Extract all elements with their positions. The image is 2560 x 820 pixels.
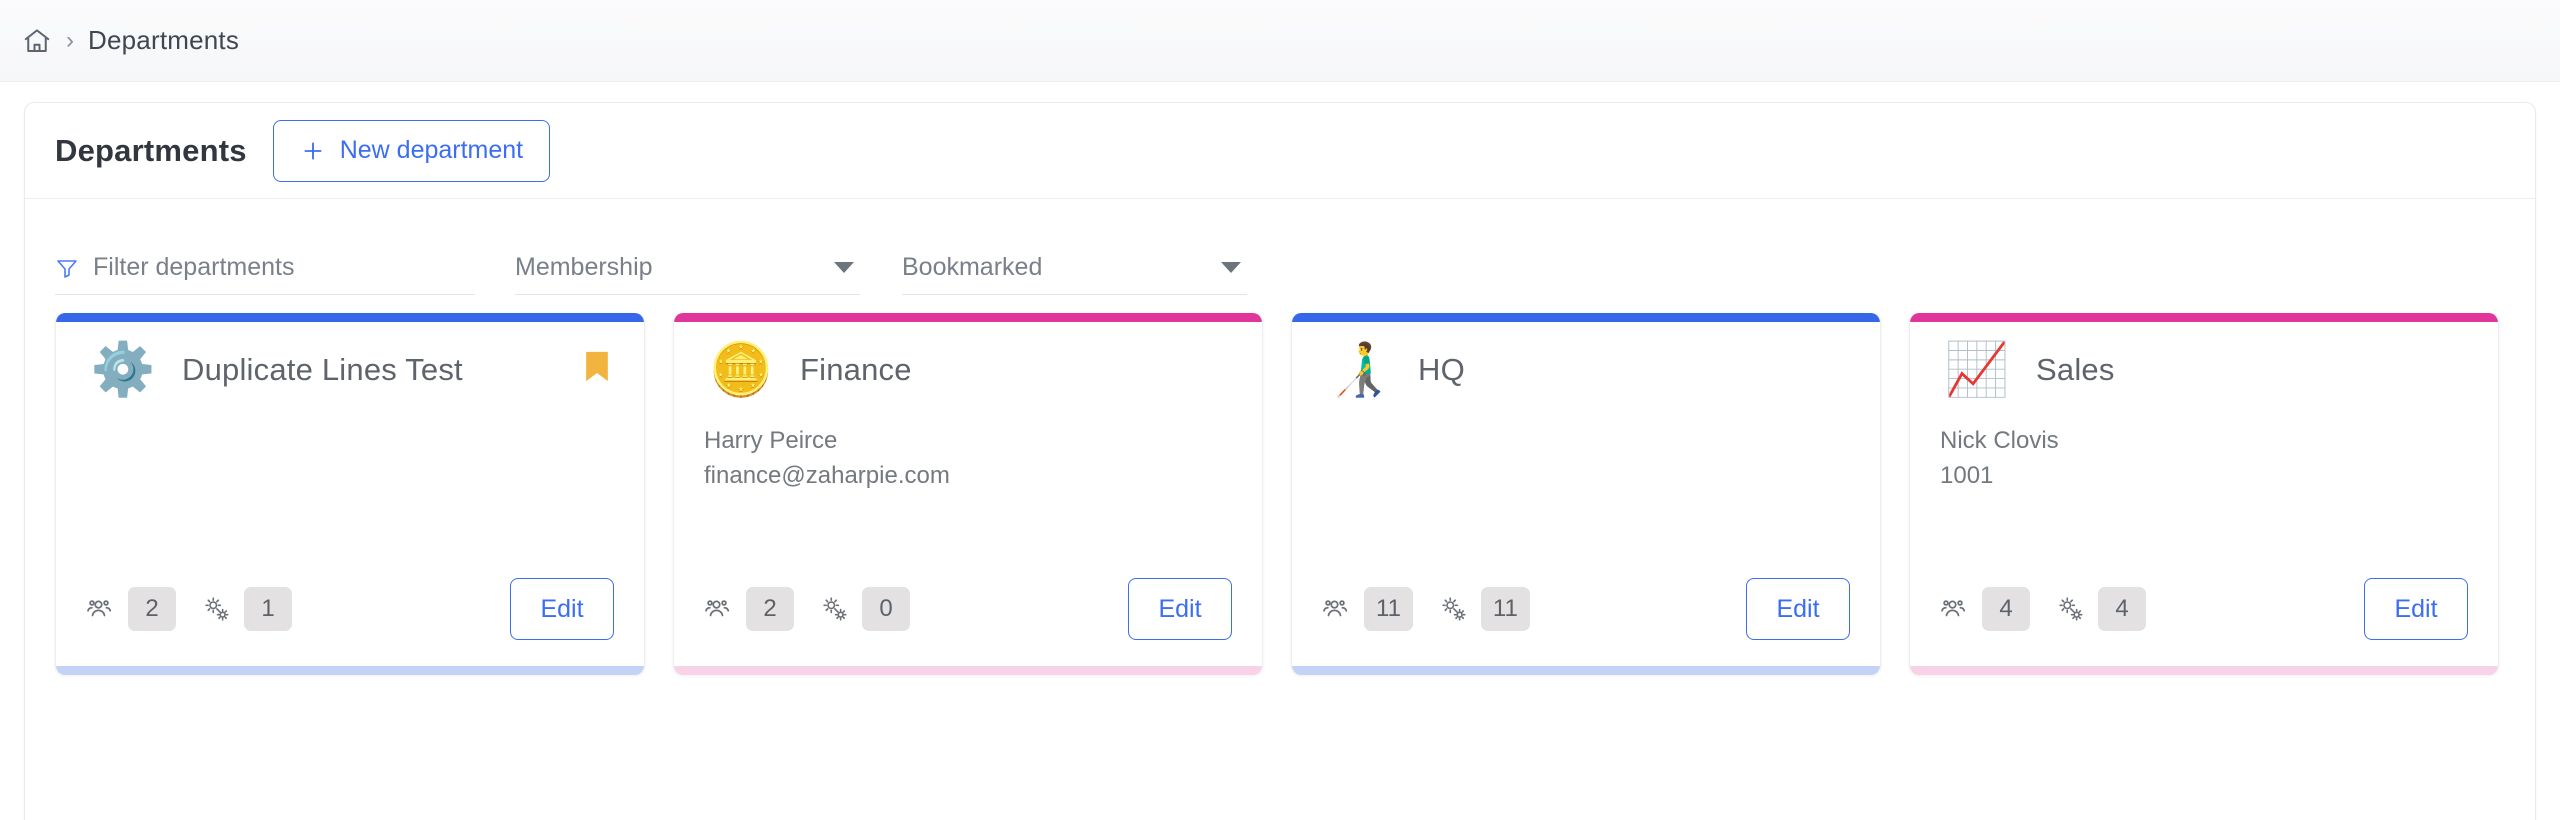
breadcrumb-bar: › Departments xyxy=(0,0,2560,82)
breadcrumb-current[interactable]: Departments xyxy=(88,25,239,56)
card-header: 📈 Sales xyxy=(1940,344,2468,396)
card-accent-top xyxy=(1292,313,1880,322)
card-footer: 2 0 Edit xyxy=(674,578,1262,666)
department-name: Sales xyxy=(2036,352,2115,387)
card-header: 🪙 Finance xyxy=(704,344,1232,396)
search-field[interactable] xyxy=(55,253,475,295)
cogs-icon xyxy=(2056,594,2086,624)
department-name: Finance xyxy=(800,352,912,387)
department-name: Duplicate Lines Test xyxy=(182,352,463,387)
bookmarked-select-label: Bookmarked xyxy=(902,253,1043,281)
members-stat: 2 xyxy=(704,587,794,631)
cogs-icon xyxy=(202,594,232,624)
card-subtext: Harry Peirce finance@zaharpie.com xyxy=(704,424,1232,494)
card-accent-top xyxy=(1910,313,2498,322)
card-accent-bottom xyxy=(56,666,644,675)
department-card-grid: ⚙️ Duplicate Lines Test 2 1 Edit 🪙 Finance Harr… xyxy=(25,295,2535,675)
filter-bar: Membership Bookmarked xyxy=(25,199,2535,295)
gears-count: 11 xyxy=(1480,587,1530,631)
members-count: 2 xyxy=(746,587,794,631)
members-stat: 2 xyxy=(86,587,176,631)
card-accent-bottom xyxy=(1292,666,1880,675)
breadcrumb: › Departments xyxy=(22,25,239,56)
card-accent-top xyxy=(56,313,644,322)
edit-button[interactable]: Edit xyxy=(510,578,614,640)
edit-button[interactable]: Edit xyxy=(1128,578,1232,640)
card-body: 👨‍🦯 HQ xyxy=(1292,322,1880,578)
people-icon xyxy=(1940,594,1970,624)
gears-stat: 1 xyxy=(202,587,292,631)
sales-growth-emoji: 📈 xyxy=(1944,341,2010,399)
gears-stat: 11 xyxy=(1439,587,1530,631)
people-icon xyxy=(1322,594,1352,624)
card-accent-top xyxy=(674,313,1262,322)
members-stat: 11 xyxy=(1322,587,1413,631)
page-title: Departments xyxy=(55,132,247,168)
new-department-label: New department xyxy=(339,136,524,164)
search-input[interactable] xyxy=(93,253,475,282)
gears-stat: 0 xyxy=(820,587,910,631)
departments-panel: Departments New department Membership xyxy=(24,102,2536,820)
home-icon[interactable] xyxy=(22,26,52,56)
card-header: 👨‍🦯 HQ xyxy=(1322,344,1850,396)
card-header: ⚙️ Duplicate Lines Test xyxy=(86,344,614,396)
members-count: 11 xyxy=(1364,587,1413,631)
chevron-down-icon xyxy=(1221,262,1241,273)
coins-emoji: 🪙 xyxy=(708,341,774,399)
bookmarked-select[interactable]: Bookmarked xyxy=(902,253,1247,295)
breadcrumb-separator-icon: › xyxy=(66,26,74,54)
gears-emoji: ⚙️ xyxy=(90,341,156,399)
gears-stat: 4 xyxy=(2056,587,2146,631)
department-card-line: 1001 xyxy=(1940,461,1994,489)
card-body: ⚙️ Duplicate Lines Test xyxy=(56,322,644,578)
department-card-line: Harry Peirce xyxy=(704,427,838,454)
membership-select-label: Membership xyxy=(515,253,653,281)
new-department-button[interactable]: New department xyxy=(272,119,551,182)
department-card[interactable]: 🪙 Finance Harry Peirce finance@zaharpie.com… xyxy=(673,313,1263,675)
people-icon xyxy=(704,594,734,624)
card-accent-bottom xyxy=(1910,666,2498,675)
department-card[interactable]: 📈 Sales Nick Clovis 1001 4 4 Edit xyxy=(1909,313,2499,675)
edit-button[interactable]: Edit xyxy=(2364,578,2468,640)
panel-header: Departments New department xyxy=(25,103,2535,199)
department-card-line: finance@zaharpie.com xyxy=(704,461,950,489)
card-footer: 2 1 Edit xyxy=(56,578,644,666)
gears-count: 1 xyxy=(244,587,292,631)
gears-count: 4 xyxy=(2098,587,2146,631)
department-card[interactable]: ⚙️ Duplicate Lines Test 2 1 Edit xyxy=(55,313,645,675)
chevron-down-icon xyxy=(834,262,854,273)
card-footer: 4 4 Edit xyxy=(1910,578,2498,666)
members-count: 2 xyxy=(128,587,176,631)
department-name: HQ xyxy=(1418,352,1465,387)
card-accent-bottom xyxy=(674,666,1262,675)
people-icon xyxy=(86,594,116,624)
card-subtext: Nick Clovis 1001 xyxy=(1940,424,2468,494)
card-body: 📈 Sales Nick Clovis 1001 xyxy=(1910,322,2498,578)
plus-icon xyxy=(300,138,326,164)
gears-count: 0 xyxy=(862,587,910,631)
card-footer: 11 11 Edit xyxy=(1292,578,1880,666)
members-count: 4 xyxy=(1982,587,2030,631)
department-card[interactable]: 👨‍🦯 HQ 11 11 Edit xyxy=(1291,313,1881,675)
person-with-cane-emoji: 👨‍🦯 xyxy=(1326,341,1392,399)
members-stat: 4 xyxy=(1940,587,2030,631)
card-body: 🪙 Finance Harry Peirce finance@zaharpie.com xyxy=(674,322,1262,578)
cogs-icon xyxy=(820,594,850,624)
department-card-line: Nick Clovis xyxy=(1940,427,2059,454)
edit-button[interactable]: Edit xyxy=(1746,578,1850,640)
membership-select[interactable]: Membership xyxy=(515,253,860,295)
cogs-icon xyxy=(1439,594,1469,624)
funnel-icon xyxy=(55,256,79,280)
